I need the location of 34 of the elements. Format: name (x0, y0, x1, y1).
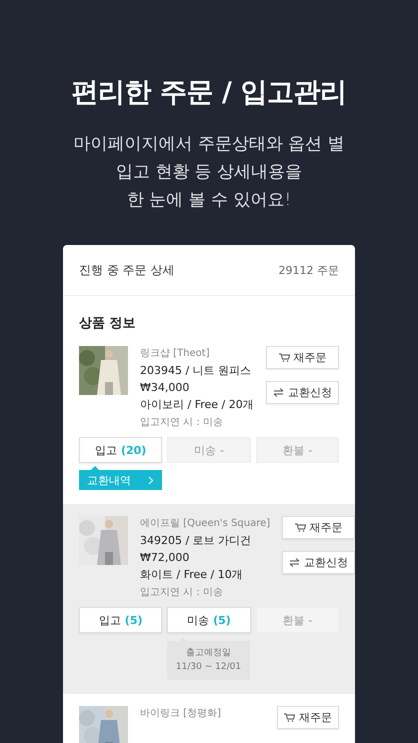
brand-name: 에이프릴 [Queen's Square] (140, 517, 270, 530)
tooltip-title: 출고예정일 (185, 647, 232, 660)
reorder-button[interactable]: 재주문 (282, 516, 355, 539)
swap-icon (289, 558, 300, 567)
order-count: 29112 주문 (278, 262, 339, 278)
product-price: ₩34,000 (140, 381, 190, 394)
product-name: 203945 / 니트 원피스 (140, 363, 252, 378)
subtitle-line: 입고 현황 등 상세내용을 (116, 161, 302, 183)
delay-note: 입고지연 시 : 미송 (140, 586, 224, 599)
product-price: ₩72,000 (140, 551, 190, 564)
status-button[interactable]: 입고 (5) (79, 607, 162, 633)
swap-icon (273, 388, 284, 397)
tooltip-dates: 11/30 ~ 12/01 (174, 660, 242, 674)
product-option: 화이트 / Free / 10개 (140, 567, 270, 582)
subtitle-line: 한 눈에 볼 수 있어요! (126, 189, 292, 211)
exchange-button[interactable]: 교환신청 (266, 381, 339, 404)
delay-note: 입고지연 시 : 미송 (140, 416, 224, 429)
headline: 편리한 주문 / 입고관리 (72, 76, 346, 110)
section-title: 상품 정보 (78, 315, 137, 333)
card-title: 진행 중 주문 상세 (79, 262, 174, 278)
cart-icon (278, 353, 290, 362)
product-option: 아이보리 / Free / 20개 (140, 397, 254, 412)
brand-name: 링크샵 [Theot] (140, 347, 211, 360)
status-button[interactable]: 입고 (20) (79, 437, 162, 463)
status-button[interactable]: 미송 (5) (167, 607, 251, 633)
cart-icon (294, 523, 306, 532)
reorder-button[interactable]: 재주문 (277, 706, 339, 729)
brand-name: 바이링크 [청평화] (140, 707, 222, 720)
exchange-button[interactable]: 교환신청 (282, 551, 355, 574)
product-name: 349205 / 로브 가디건 (140, 533, 252, 548)
reorder-button[interactable]: 재주문 (266, 346, 339, 369)
cart-icon (284, 713, 295, 722)
subtitle-line: 마이페이지에서 주문상태와 옵션 별 (73, 133, 345, 155)
chevron-right-icon (148, 476, 154, 484)
